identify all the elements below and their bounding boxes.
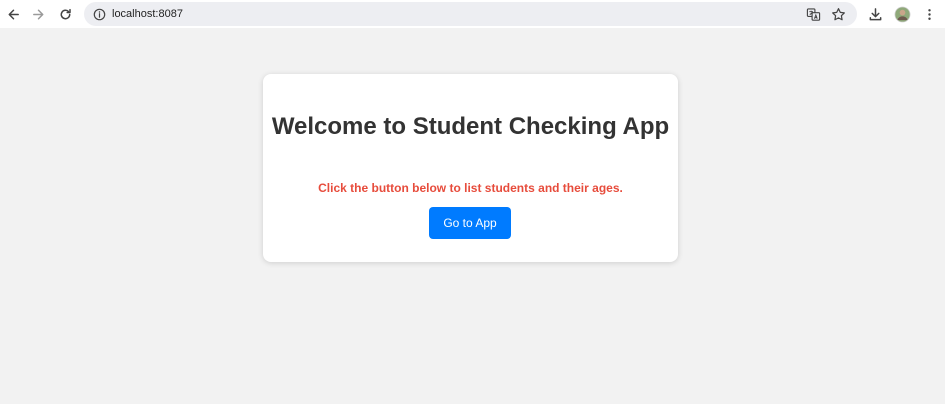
back-arrow-icon[interactable] — [0, 1, 26, 27]
go-to-app-button[interactable]: Go to App — [429, 207, 511, 239]
reload-icon[interactable] — [52, 1, 78, 27]
url-text[interactable]: localhost:8087 — [112, 7, 183, 21]
avatar-icon[interactable] — [893, 5, 911, 23]
welcome-card: Welcome to Student Checking App Click th… — [263, 74, 678, 262]
kebab-menu-icon[interactable] — [920, 5, 938, 23]
download-icon[interactable] — [866, 5, 884, 23]
browser-toolbar: localhost:8087 — [0, 0, 945, 28]
info-icon[interactable] — [92, 7, 106, 21]
address-bar[interactable]: localhost:8087 — [84, 2, 857, 26]
forward-arrow-icon[interactable] — [25, 1, 51, 27]
page-title: Welcome to Student Checking App — [271, 113, 670, 140]
translate-icon[interactable] — [805, 6, 821, 22]
instruction-text: Click the button below to list students … — [318, 181, 623, 195]
star-icon[interactable] — [830, 6, 846, 22]
